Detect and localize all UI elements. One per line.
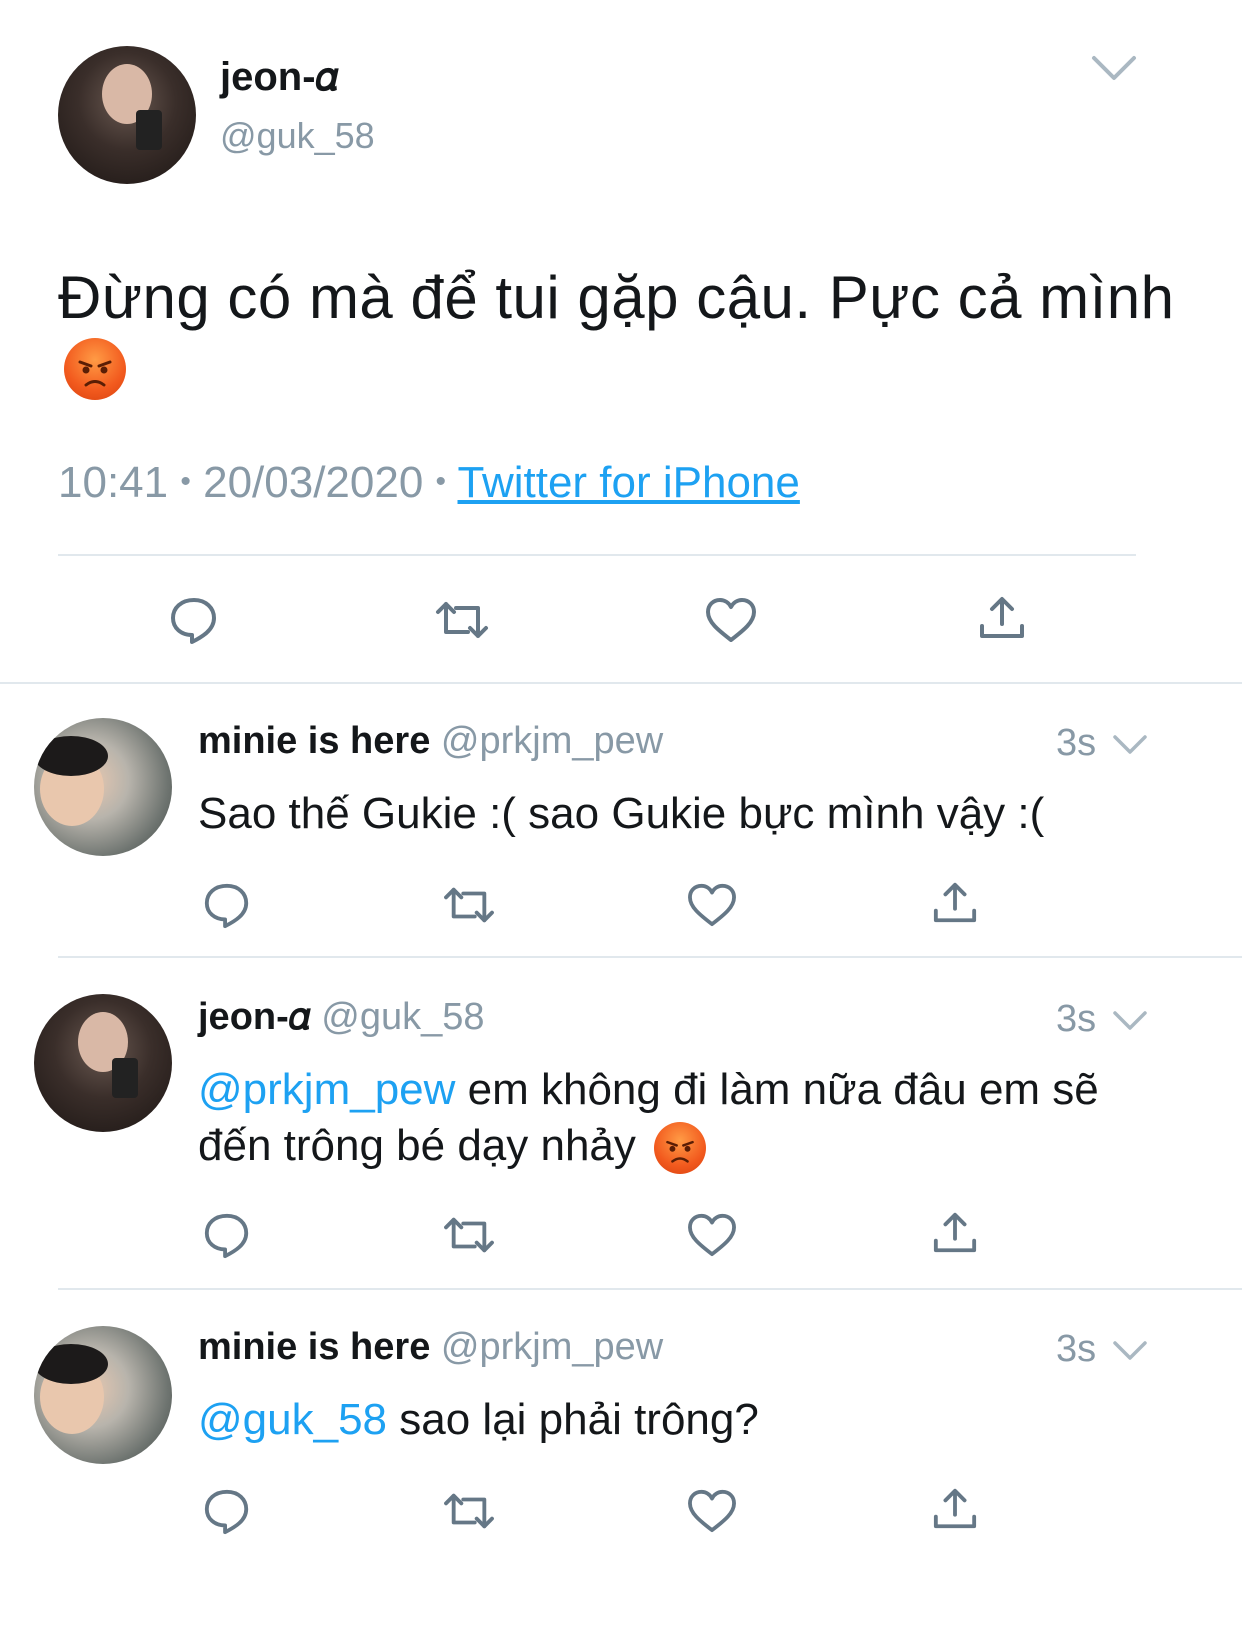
reply-text: Sao thế Gukie :( sao Gukie bực mình vậy … xyxy=(198,786,1158,842)
reply-time: 3s xyxy=(1056,1328,1097,1370)
avatar-photo-phone xyxy=(112,1058,138,1098)
tweet-meta: 10:41 • 20/03/2020 • Twitter for iPhone xyxy=(58,458,800,508)
reply-icon[interactable] xyxy=(202,1210,252,1260)
meta-separator: • xyxy=(180,465,191,498)
tweet-text: Đừng có mà để tui gặp cậu. Pực cả mình xyxy=(58,262,1188,334)
reply-icon[interactable] xyxy=(202,880,252,930)
chevron-down-icon[interactable] xyxy=(1090,54,1138,84)
share-icon[interactable] xyxy=(930,1486,980,1532)
avatar-photo-phone xyxy=(136,110,162,150)
share-icon[interactable] xyxy=(930,880,980,926)
like-icon[interactable] xyxy=(704,596,758,644)
reply-time: 3s xyxy=(1056,722,1097,764)
reply-time: 3s xyxy=(1056,998,1097,1040)
chevron-down-icon[interactable] xyxy=(1112,734,1148,756)
reply-icon[interactable] xyxy=(168,594,220,646)
reply-author-handle[interactable]: @prkjm_pew xyxy=(441,1326,663,1368)
like-icon[interactable] xyxy=(686,1212,738,1258)
reply-text: @prkjm_pew em không đi làm nữa đâu em sẽ… xyxy=(198,1062,1178,1175)
angry-face-icon xyxy=(654,1122,707,1175)
retweet-icon[interactable] xyxy=(442,882,496,928)
tweet-source-link[interactable]: Twitter for iPhone xyxy=(458,458,800,507)
like-icon[interactable] xyxy=(686,1488,738,1534)
angry-face-icon xyxy=(64,338,126,400)
author-name[interactable]: jeon-𝛼 xyxy=(220,55,339,100)
share-icon[interactable] xyxy=(976,594,1028,642)
reply-header: minie is here @prkjm_pew xyxy=(198,1326,663,1369)
share-icon[interactable] xyxy=(930,1210,980,1256)
reply-icon[interactable] xyxy=(202,1486,252,1536)
tweet-text-content: Đừng có mà để tui gặp cậu. Pực cả mình xyxy=(58,264,1175,331)
divider xyxy=(58,1288,1242,1290)
reply-text-content: Sao thế Gukie :( sao Gukie bực mình vậy … xyxy=(198,789,1045,838)
divider xyxy=(58,956,1242,958)
mention-link[interactable]: @prkjm_pew xyxy=(198,1065,455,1114)
chevron-down-icon[interactable] xyxy=(1112,1340,1148,1362)
reply-text-content: sao lại phải trông? xyxy=(387,1395,759,1444)
mention-link[interactable]: @guk_58 xyxy=(198,1395,387,1444)
avatar-photo-hair xyxy=(34,736,108,776)
tweet-date: 20/03/2020 xyxy=(203,458,424,507)
reply-author-name[interactable]: minie is here xyxy=(198,720,430,762)
reply-author-handle[interactable]: @prkjm_pew xyxy=(441,720,663,762)
divider xyxy=(58,554,1136,556)
reply-author-name[interactable]: jeon-𝛼 xyxy=(198,996,311,1038)
tweet-time: 10:41 xyxy=(58,458,169,507)
avatar[interactable] xyxy=(58,46,196,184)
retweet-icon[interactable] xyxy=(442,1488,496,1534)
reply-header: minie is here @prkjm_pew xyxy=(198,720,663,763)
reply-author-name[interactable]: minie is here xyxy=(198,1326,430,1368)
chevron-down-icon[interactable] xyxy=(1112,1010,1148,1032)
reply-text: @guk_58 sao lại phải trông? xyxy=(198,1392,1158,1448)
meta-separator: • xyxy=(435,465,447,498)
retweet-icon[interactable] xyxy=(442,1212,496,1258)
retweet-icon[interactable] xyxy=(434,596,490,644)
section-divider xyxy=(0,682,1242,684)
avatar[interactable] xyxy=(34,1326,172,1464)
avatar-photo-hair xyxy=(34,1344,108,1384)
reply-header: jeon-𝛼 @guk_58 xyxy=(198,996,485,1039)
reply-author-handle[interactable]: @guk_58 xyxy=(321,996,484,1038)
like-icon[interactable] xyxy=(686,882,738,928)
avatar[interactable] xyxy=(34,994,172,1132)
author-handle[interactable]: @guk_58 xyxy=(220,115,375,157)
avatar[interactable] xyxy=(34,718,172,856)
